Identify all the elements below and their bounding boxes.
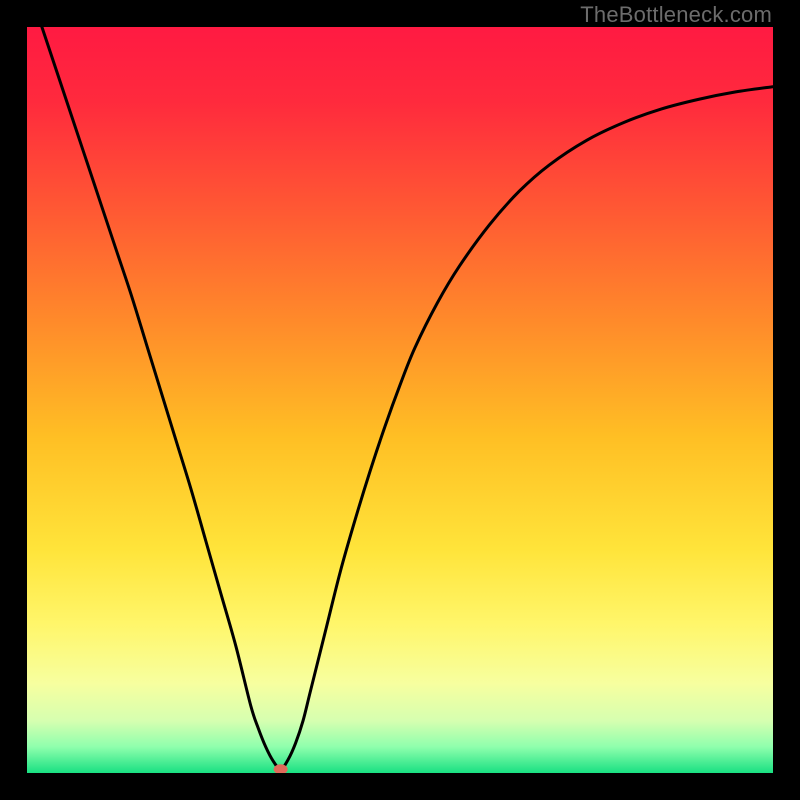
watermark-text: TheBottleneck.com	[580, 2, 772, 28]
plot-area	[27, 27, 773, 773]
gradient-background	[27, 27, 773, 773]
bottleneck-chart	[27, 27, 773, 773]
chart-frame: TheBottleneck.com	[0, 0, 800, 800]
